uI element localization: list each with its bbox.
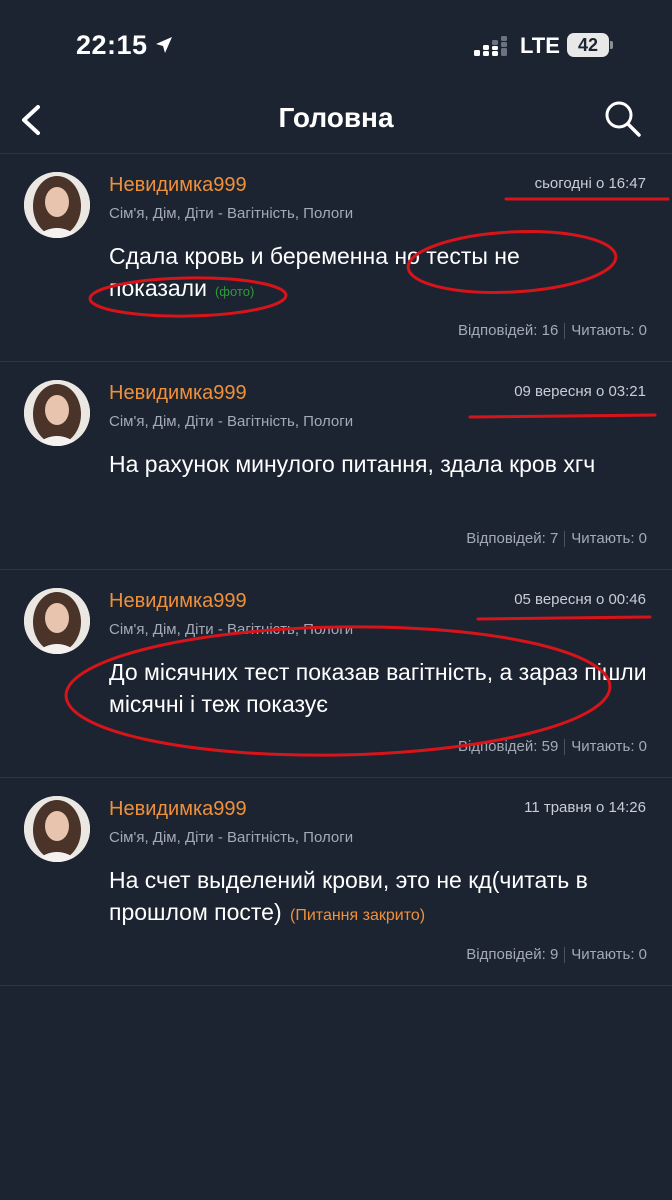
page-title: Головна [278,102,394,133]
cellular-signal-icon [474,36,507,56]
author-username[interactable]: Невидимка999 [109,590,247,613]
location-arrow-icon [156,37,172,53]
replies-count: Відповідей: 9 [466,946,559,963]
replies-count: Відповідей: 16 [457,322,559,339]
post-stats: Відповідей: 16 Читають: 0 [458,322,647,339]
question-text: На рахунок минулого питання, здала кров … [109,451,596,477]
post-category[interactable]: Сім'я, Дім, Діти - Вагітність, Пологи [109,621,353,638]
status-bar: 22:15 LTE 42 [0,0,672,90]
reading-count: Читають: 0 [571,946,647,963]
post-category[interactable]: Сім'я, Дім, Діти - Вагітність, Пологи [109,205,353,222]
question-text: До місячних тест показав вагітність, а з… [109,659,647,717]
avatar[interactable] [24,796,90,862]
reading-count: Читають: 0 [571,738,647,755]
stats-divider [564,738,566,755]
question-item[interactable]: Невидимка999 05 вересня о 00:46 Сім'я, Д… [0,570,672,778]
author-username[interactable]: Невидимка999 [109,382,247,405]
avatar[interactable] [24,380,90,446]
closed-question-tag: (Питання закрито) [290,907,426,924]
post-category[interactable]: Сім'я, Дім, Діти - Вагітність, Пологи [109,413,353,430]
stats-divider [564,530,566,547]
photo-tag: (фото) [214,284,255,299]
avatar[interactable] [24,172,90,238]
network-type: LTE [520,33,560,58]
question-title[interactable]: На счет выделений крови, это не кд(читат… [109,864,657,932]
question-title[interactable]: Сдала кровь и беременна но тесты не пока… [109,240,657,308]
author-username[interactable]: Невидимка999 [109,798,247,821]
avatar[interactable] [24,588,90,654]
replies-count: Відповідей: 7 [466,530,559,547]
question-title[interactable]: До місячних тест показав вагітність, а з… [109,656,657,720]
question-feed: Невидимка999 сьогодні о 16:47 Сім'я, Дім… [0,154,672,986]
status-time: 22:15 [76,30,148,60]
reading-count: Читають: 0 [571,322,647,339]
question-item[interactable]: Невидимка999 11 травня о 14:26 Сім'я, Ді… [0,778,672,986]
reading-count: Читають: 0 [571,530,647,547]
question-text: Сдала кровь и беременна но тесты не пока… [109,243,520,301]
post-stats: Відповідей: 59 Читають: 0 [458,738,647,755]
question-title[interactable]: На рахунок минулого питання, здала кров … [109,448,657,480]
stats-divider [564,322,566,339]
post-category[interactable]: Сім'я, Дім, Діти - Вагітність, Пологи [109,829,353,846]
search-icon[interactable] [600,96,646,142]
replies-count: Відповідей: 59 [457,738,559,755]
post-timestamp: 09 вересня о 03:21 [514,383,646,400]
question-item[interactable]: Невидимка999 09 вересня о 03:21 Сім'я, Д… [0,362,672,570]
author-username[interactable]: Невидимка999 [109,174,247,197]
battery-icon: 42 [567,33,613,57]
post-stats: Відповідей: 7 Читають: 0 [466,530,647,547]
battery-level: 42 [577,35,599,55]
navigation-bar: Головна [0,90,672,154]
post-timestamp: сьогодні о 16:47 [534,175,646,192]
question-item[interactable]: Невидимка999 сьогодні о 16:47 Сім'я, Дім… [0,154,672,362]
post-timestamp: 11 травня о 14:26 [524,799,646,816]
post-timestamp: 05 вересня о 00:46 [514,591,646,608]
post-stats: Відповідей: 9 Читають: 0 [466,946,647,963]
stats-divider [564,946,566,963]
chevron-left-icon[interactable] [14,98,54,142]
